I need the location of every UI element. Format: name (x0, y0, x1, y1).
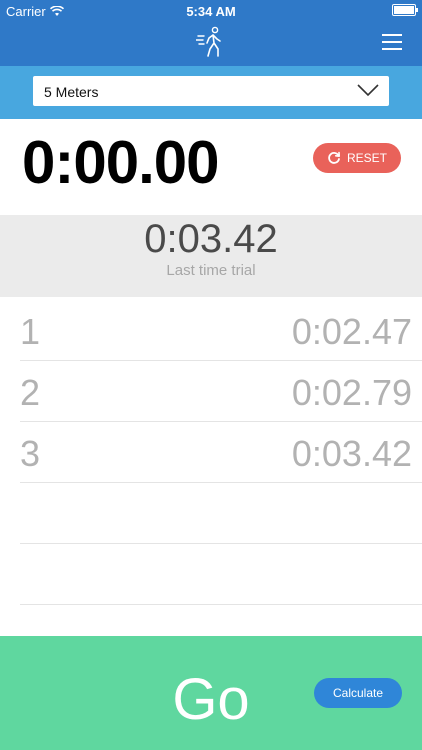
reset-label: RESET (346, 151, 387, 165)
reset-button[interactable]: RESET (313, 143, 401, 173)
stopwatch-display: 0:00.00 (22, 129, 219, 196)
distance-select[interactable]: 5 Meters (33, 76, 389, 106)
trial-row[interactable]: 2 0:02.79 (20, 360, 422, 422)
empty-trial-row (20, 482, 422, 544)
trial-time: 0:03.42 (291, 433, 412, 474)
clock: 5:34 AM (186, 4, 236, 19)
trial-number: 3 (20, 433, 41, 474)
trial-time: 0:02.47 (291, 311, 412, 352)
app-header: Carrier 5:34 AM (0, 0, 422, 66)
chevron-down-icon (357, 84, 379, 97)
last-trial-panel: 0:03.42 Last time trial (0, 215, 422, 297)
last-trial-label: Last time trial (166, 262, 256, 279)
trial-time: 0:02.79 (291, 372, 412, 413)
trial-number: 1 (20, 311, 41, 352)
status-bar: Carrier 5:34 AM (0, 0, 422, 22)
hamburger-menu-icon[interactable] (382, 34, 402, 50)
footer-bar: Go Calculate (0, 636, 422, 750)
last-trial-time: 0:03.42 (144, 217, 278, 261)
trial-number: 2 (20, 372, 41, 413)
walking-person-icon (196, 26, 221, 57)
refresh-icon (328, 151, 340, 164)
distance-select-value: 5 Meters (44, 84, 99, 100)
distance-select-bar: 5 Meters (0, 66, 422, 119)
calculate-button[interactable]: Calculate (314, 678, 402, 708)
empty-trial-row (20, 543, 422, 605)
trial-row[interactable]: 1 0:02.47 (20, 299, 422, 361)
trial-row[interactable]: 3 0:03.42 (20, 421, 422, 483)
battery-icon (392, 4, 418, 16)
